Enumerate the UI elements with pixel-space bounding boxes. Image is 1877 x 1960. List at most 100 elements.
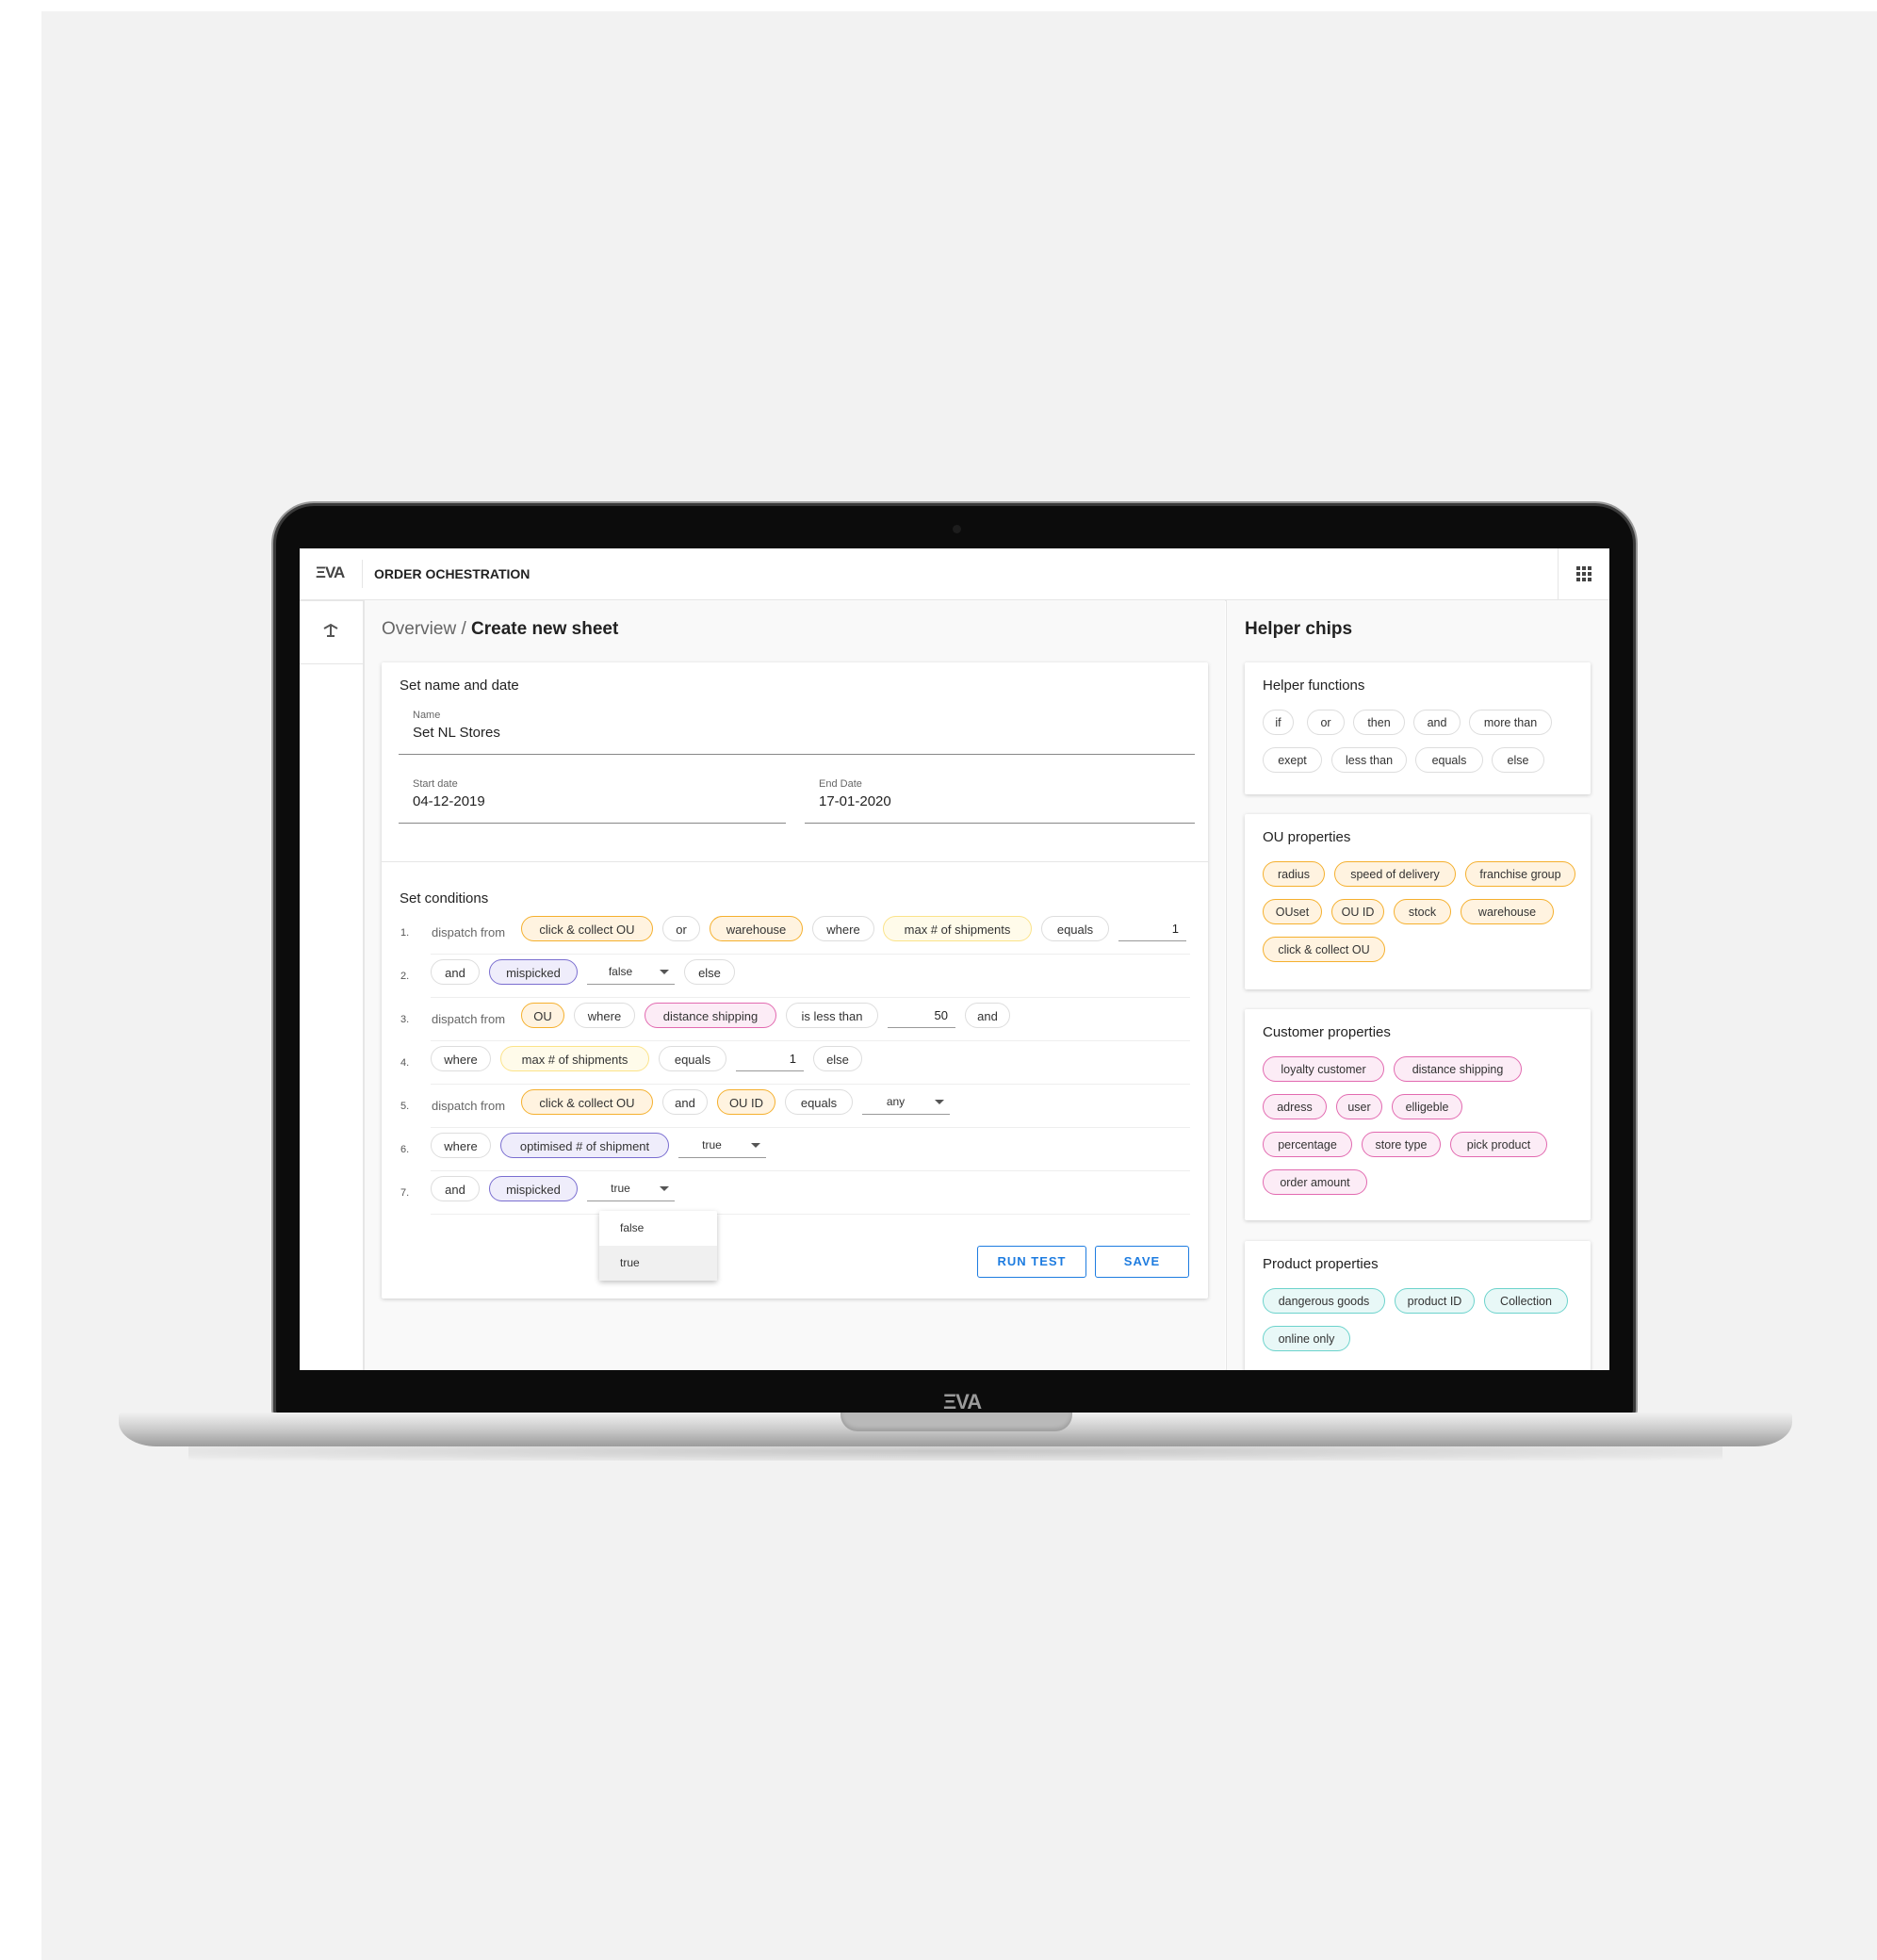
divider — [300, 663, 363, 664]
row-number: 7. — [400, 1187, 410, 1199]
apps-grid-icon — [1576, 566, 1591, 581]
row-number: 2. — [400, 971, 410, 982]
ou-properties-card: OU properties radius speed of delivery f… — [1245, 814, 1591, 989]
helper-chip[interactable]: or — [1307, 710, 1345, 735]
start-date-value[interactable]: 04-12-2019 — [413, 793, 485, 809]
dropdown-option-true[interactable]: true — [599, 1246, 717, 1281]
value-select[interactable]: any — [862, 1089, 950, 1115]
condition-chip[interactable]: where — [574, 1003, 635, 1028]
apps-grid-button[interactable] — [1558, 548, 1609, 599]
helper-chip[interactable]: OU ID — [1331, 899, 1384, 924]
helper-chip[interactable]: online only — [1263, 1326, 1350, 1351]
run-test-button[interactable]: RUN TEST — [977, 1246, 1086, 1278]
helper-chip[interactable]: Collection — [1484, 1288, 1568, 1314]
condition-chip[interactable]: click & collect OU — [521, 1089, 653, 1115]
row-number: 3. — [400, 1014, 410, 1025]
helper-chip[interactable]: exept — [1263, 747, 1322, 773]
condition-chip[interactable]: is less than — [786, 1003, 878, 1028]
helper-chip[interactable]: dangerous goods — [1263, 1288, 1385, 1314]
condition-chip[interactable]: and — [662, 1089, 708, 1115]
helper-chip[interactable]: less than — [1331, 747, 1407, 773]
condition-chip[interactable]: equals — [785, 1089, 853, 1115]
helper-chip[interactable]: franchise group — [1465, 861, 1575, 887]
customer-properties-card: Customer properties loyalty customer dis… — [1245, 1009, 1591, 1220]
dropdown-option-false[interactable]: false — [599, 1211, 717, 1246]
condition-chip[interactable]: optimised # of shipment — [500, 1133, 669, 1158]
helper-chip[interactable]: else — [1492, 747, 1544, 773]
condition-chip[interactable]: and — [431, 959, 480, 985]
boolean-dropdown-menu: false true — [599, 1211, 717, 1281]
helper-chip[interactable]: OUset — [1263, 899, 1322, 924]
boolean-select[interactable]: true — [678, 1133, 766, 1158]
condition-row: 1. dispatch from click & collect OU or w… — [382, 911, 1208, 955]
helper-chip[interactable]: pick product — [1450, 1132, 1547, 1157]
value-input[interactable]: 50 — [888, 1003, 955, 1028]
end-date-value[interactable]: 17-01-2020 — [819, 793, 891, 809]
camera-icon — [953, 525, 961, 533]
condition-chip[interactable]: max # of shipments — [883, 916, 1032, 941]
laptop-notch — [841, 1413, 1072, 1431]
condition-chip[interactable]: max # of shipments — [500, 1046, 649, 1071]
eva-logo[interactable]: ΞVA — [316, 564, 345, 582]
helper-chip[interactable]: distance shipping — [1394, 1056, 1522, 1082]
name-field[interactable]: Name Set NL Stores — [399, 710, 1195, 755]
condition-chip[interactable]: mispicked — [489, 1176, 578, 1201]
end-date-field[interactable]: End Date 17-01-2020 — [805, 778, 1195, 824]
helper-chip[interactable]: click & collect OU — [1263, 937, 1385, 962]
helper-chip[interactable]: store type — [1362, 1132, 1441, 1157]
condition-chip[interactable]: OU — [521, 1003, 564, 1028]
condition-chip[interactable]: warehouse — [710, 916, 803, 941]
breadcrumb-overview-link[interactable]: Overview / — [382, 619, 466, 639]
breadcrumb: Overview / Create new sheet — [382, 619, 618, 640]
helper-chip[interactable]: more than — [1469, 710, 1552, 735]
condition-chip[interactable]: where — [431, 1133, 491, 1158]
helper-chip[interactable]: radius — [1263, 861, 1325, 887]
condition-chip[interactable]: where — [812, 916, 874, 941]
condition-row: 4. where max # of shipments equals 1 els… — [382, 1041, 1208, 1085]
value-input[interactable]: 1 — [1118, 916, 1186, 941]
save-button[interactable]: SAVE — [1095, 1246, 1189, 1278]
condition-chip[interactable]: else — [684, 959, 735, 985]
condition-text: dispatch from — [432, 1099, 506, 1113]
helper-chip[interactable]: stock — [1394, 899, 1451, 924]
caret-down-icon — [935, 1100, 944, 1104]
helper-chip[interactable]: elligeble — [1392, 1094, 1462, 1119]
condition-text: dispatch from — [432, 925, 506, 939]
condition-chip[interactable]: and — [431, 1176, 480, 1201]
helper-chip[interactable]: product ID — [1395, 1288, 1475, 1314]
boolean-select[interactable]: true — [587, 1176, 675, 1201]
helper-chip[interactable]: warehouse — [1461, 899, 1554, 924]
start-date-field[interactable]: Start date 04-12-2019 — [399, 778, 786, 824]
helper-chip[interactable]: percentage — [1263, 1132, 1352, 1157]
condition-chip[interactable]: mispicked — [489, 959, 578, 985]
condition-text: dispatch from — [432, 1012, 506, 1026]
helper-chip[interactable]: then — [1353, 710, 1405, 735]
condition-chip[interactable]: or — [662, 916, 700, 941]
select-value: false — [608, 965, 633, 978]
route-icon[interactable] — [319, 621, 342, 644]
helper-chip[interactable]: equals — [1415, 747, 1483, 773]
caret-down-icon — [660, 1186, 669, 1191]
card-title: Product properties — [1263, 1256, 1379, 1272]
condition-chip[interactable]: OU ID — [717, 1089, 775, 1115]
helper-chip[interactable]: speed of delivery — [1334, 861, 1456, 887]
condition-chip[interactable]: equals — [659, 1046, 726, 1071]
condition-chip[interactable]: click & collect OU — [521, 916, 653, 941]
helper-chip[interactable]: if — [1263, 710, 1294, 735]
boolean-select[interactable]: false — [587, 959, 675, 985]
helper-chip[interactable]: and — [1413, 710, 1461, 735]
helper-chip[interactable]: loyalty customer — [1263, 1056, 1384, 1082]
helper-chip[interactable]: user — [1336, 1094, 1382, 1119]
section-title-conditions: Set conditions — [400, 890, 489, 906]
name-value[interactable]: Set NL Stores — [413, 725, 500, 741]
helper-chip[interactable]: order amount — [1263, 1169, 1367, 1195]
condition-chip[interactable]: where — [431, 1046, 491, 1071]
section-title-name-date: Set name and date — [400, 678, 519, 694]
helper-chip[interactable]: adress — [1263, 1094, 1327, 1119]
value-input[interactable]: 1 — [736, 1046, 804, 1071]
name-label: Name — [413, 710, 441, 721]
condition-chip[interactable]: else — [813, 1046, 862, 1071]
condition-chip[interactable]: and — [965, 1003, 1010, 1028]
condition-chip[interactable]: distance shipping — [645, 1003, 776, 1028]
condition-chip[interactable]: equals — [1041, 916, 1109, 941]
